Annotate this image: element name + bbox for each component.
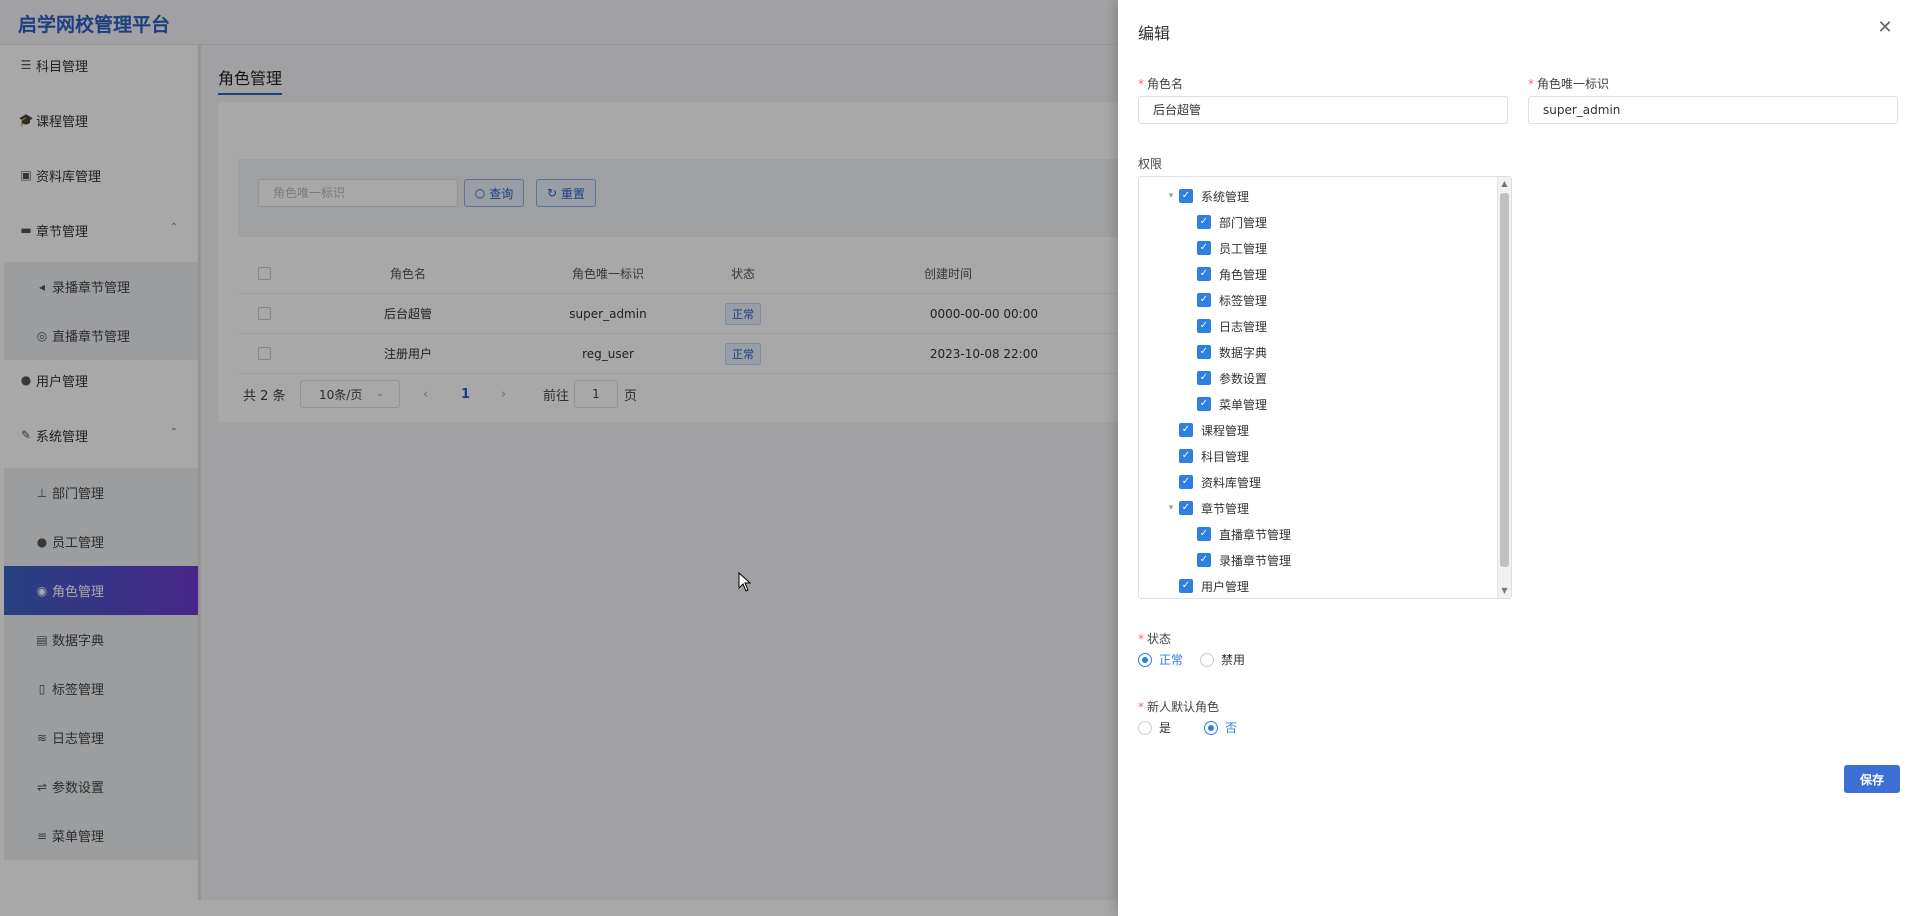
checkbox-checked-icon[interactable]: ✓	[1179, 501, 1193, 515]
tree-node[interactable]: ✓ 标签管理	[1181, 289, 1267, 311]
tree-node[interactable]: ▾ ✓ 系统管理	[1163, 185, 1249, 207]
tree-node-label: 章节管理	[1201, 501, 1250, 516]
checkbox-checked-icon[interactable]: ✓	[1197, 397, 1211, 411]
tree-node[interactable]: ✓ 日志管理	[1181, 315, 1267, 337]
save-button[interactable]: 保存	[1844, 765, 1900, 793]
tree-node[interactable]: ✓ 资料库管理	[1163, 471, 1261, 493]
checkbox-checked-icon[interactable]: ✓	[1179, 449, 1193, 463]
status-radio-normal[interactable]: 正常	[1138, 651, 1183, 668]
tree-node[interactable]: ✓ 员工管理	[1181, 237, 1267, 259]
checkbox-checked-icon[interactable]: ✓	[1179, 189, 1193, 203]
tree-node-label: 日志管理	[1219, 319, 1268, 334]
default-role-radio-yes[interactable]: 是	[1138, 719, 1171, 736]
tree-node-label: 参数设置	[1219, 371, 1268, 386]
scroll-thumb[interactable]	[1500, 193, 1509, 567]
modal-overlay[interactable]	[0, 0, 1118, 916]
drawer-title: 编辑	[1138, 24, 1171, 43]
tree-node-label: 标签管理	[1219, 293, 1268, 308]
tree-node[interactable]: ✓ 菜单管理	[1181, 393, 1267, 415]
status-radio-disabled[interactable]: 禁用	[1200, 651, 1245, 668]
radio-unchecked-icon	[1200, 652, 1214, 667]
checkbox-checked-icon[interactable]: ✓	[1197, 215, 1211, 229]
edit-drawer: 编辑 ✕ * 角色名 后台超管 * 角色唯一标识 super_admin 权限 ▾ ✓…	[1118, 0, 1909, 916]
permission-label: 权限	[1138, 157, 1163, 171]
tree-node-label: 菜单管理	[1219, 397, 1268, 412]
permission-tree: ▾ ✓ 系统管理 ✓ 部门管理 ✓ 员工管理 ✓ 角色管理 ✓ 标签管理 ✓ 日志管理 ✓ 数据字典 ✓ 参数设…	[1138, 176, 1512, 599]
role-key-label: * 角色唯一标识	[1528, 77, 1610, 91]
checkbox-checked-icon[interactable]: ✓	[1197, 293, 1211, 307]
checkbox-checked-icon[interactable]: ✓	[1197, 371, 1211, 385]
tree-node[interactable]: ▾ ✓ 章节管理	[1163, 497, 1249, 519]
close-icon[interactable]: ✕	[1875, 18, 1895, 38]
tree-node[interactable]: ✓ 课程管理	[1163, 419, 1249, 441]
radio-checked-icon	[1138, 652, 1152, 667]
radio-unchecked-icon	[1138, 720, 1152, 735]
tree-node[interactable]: ✓ 录播章节管理	[1181, 549, 1291, 571]
tree-node[interactable]: ✓ 数据字典	[1181, 341, 1267, 363]
tree-node-label: 系统管理	[1201, 189, 1250, 204]
role-name-input[interactable]: 后台超管	[1138, 96, 1508, 124]
checkbox-checked-icon[interactable]: ✓	[1197, 241, 1211, 255]
checkbox-checked-icon[interactable]: ✓	[1197, 319, 1211, 333]
mouse-cursor-icon	[738, 572, 752, 592]
role-key-input[interactable]: super_admin	[1528, 96, 1898, 124]
tree-node-label: 用户管理	[1201, 579, 1250, 594]
checkbox-checked-icon[interactable]: ✓	[1197, 345, 1211, 359]
tree-node-label: 角色管理	[1219, 267, 1268, 282]
checkbox-checked-icon[interactable]: ✓	[1179, 579, 1193, 593]
caret-down-icon[interactable]: ▾	[1163, 503, 1179, 513]
status-label: * 状态	[1138, 632, 1172, 646]
tree-scrollbar[interactable]: ▲ ▼	[1497, 177, 1511, 598]
tree-node[interactable]: ✓ 用户管理	[1163, 575, 1249, 597]
checkbox-checked-icon[interactable]: ✓	[1179, 475, 1193, 489]
checkbox-checked-icon[interactable]: ✓	[1197, 267, 1211, 281]
status-option-disabled: 禁用	[1221, 653, 1246, 667]
default-role-radio-no[interactable]: 否	[1204, 719, 1237, 736]
default-role-label: * 新人默认角色	[1138, 700, 1220, 714]
tree-node-label: 科目管理	[1201, 449, 1250, 464]
role-name-label: * 角色名	[1138, 77, 1184, 91]
tree-node-label: 直播章节管理	[1219, 527, 1292, 542]
tree-node[interactable]: ✓ 直播章节管理	[1181, 523, 1291, 545]
default-role-option-no: 否	[1225, 721, 1238, 735]
tree-node-label: 数据字典	[1219, 345, 1268, 360]
scroll-up-icon[interactable]: ▲	[1498, 177, 1511, 191]
tree-node-label: 部门管理	[1219, 215, 1268, 230]
tree-node-label: 资料库管理	[1201, 475, 1262, 490]
radio-checked-icon	[1204, 720, 1218, 735]
tree-node-label: 课程管理	[1201, 423, 1250, 438]
tree-node-label: 录播章节管理	[1219, 553, 1292, 568]
tree-node[interactable]: ✓ 科目管理	[1163, 445, 1249, 467]
default-role-option-yes: 是	[1159, 721, 1172, 735]
tree-node-label: 员工管理	[1219, 241, 1268, 256]
status-option-normal: 正常	[1159, 653, 1184, 667]
checkbox-checked-icon[interactable]: ✓	[1197, 553, 1211, 567]
checkbox-checked-icon[interactable]: ✓	[1179, 423, 1193, 437]
tree-node[interactable]: ✓ 部门管理	[1181, 211, 1267, 233]
caret-down-icon[interactable]: ▾	[1163, 191, 1179, 201]
scroll-down-icon[interactable]: ▼	[1498, 584, 1511, 598]
tree-node[interactable]: ✓ 参数设置	[1181, 367, 1267, 389]
tree-node[interactable]: ✓ 角色管理	[1181, 263, 1267, 285]
checkbox-checked-icon[interactable]: ✓	[1197, 527, 1211, 541]
